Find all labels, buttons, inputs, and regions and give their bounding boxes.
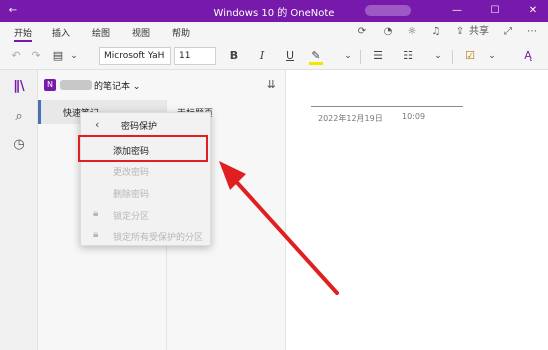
- sort-icon[interactable]: ⇊: [267, 78, 276, 91]
- notebook-selector[interactable]: N 的笔记本 ⌄ ⇊: [38, 76, 286, 94]
- chevron-down-icon[interactable]: ⌄: [66, 48, 82, 64]
- tab-home[interactable]: 开始: [14, 26, 33, 42]
- ribbon: ↶ ↷ ▤ ⌄ Microsoft YaH 11 B I U ✎ ⌄ ☰ ☷ ⌄…: [0, 42, 548, 70]
- title-bar: ← Windows 10 的 OneNote — ☐ ✕: [0, 0, 548, 22]
- sync-icon[interactable]: ⟳: [354, 24, 370, 40]
- lock-icon: 🔒︎: [93, 208, 99, 219]
- underline-button[interactable]: U: [282, 48, 298, 64]
- notebooks-icon[interactable]: ∥\: [0, 76, 38, 98]
- lock-icon: 🔒︎: [93, 229, 99, 240]
- bell-icon[interactable]: ♫: [428, 24, 444, 40]
- undo-icon[interactable]: ↶: [8, 48, 24, 64]
- list-options-chevron-icon[interactable]: ⌄: [430, 48, 446, 64]
- notifications-icon[interactable]: ◔: [380, 24, 396, 40]
- notebook-owner-blurred: [60, 80, 92, 90]
- notebook-name: 的笔记本 ⌄: [94, 82, 141, 92]
- change-password-item[interactable]: 更改密码: [81, 161, 212, 181]
- italic-button[interactable]: I: [254, 48, 270, 64]
- notebook-icon: N: [44, 79, 56, 91]
- tab-view[interactable]: 视图: [132, 26, 150, 39]
- page-time: 10:09: [402, 112, 426, 121]
- tag-options-chevron-icon[interactable]: ⌄: [484, 48, 500, 64]
- chevron-left-icon[interactable]: ‹: [95, 118, 99, 131]
- ribbon-divider-2: [452, 50, 453, 64]
- page-content[interactable]: 2022年12月19日 10:09: [287, 70, 548, 350]
- menu-header: ‹ 密码保护: [81, 117, 212, 135]
- highlight-color-swatch: [309, 62, 323, 65]
- clipboard-icon[interactable]: ▤: [50, 48, 66, 64]
- tab-draw[interactable]: 绘图: [92, 26, 110, 39]
- annotation-highlight-box: [78, 135, 208, 162]
- menu-item-label: 删除密码: [113, 190, 150, 200]
- font-name-input[interactable]: Microsoft YaH: [99, 47, 171, 65]
- tag-icon[interactable]: ☑: [462, 48, 478, 64]
- left-rail: ∥\ ⌕ ◷: [0, 70, 38, 350]
- ribbon-divider: [360, 50, 361, 64]
- password-protection-menu: ‹ 密码保护 添加密码 更改密码 删除密码 🔒︎ 锁定分区 🔒︎ 锁定所有受保护…: [80, 112, 211, 246]
- more-icon[interactable]: ⋯: [524, 24, 540, 40]
- expand-icon[interactable]: ⤢: [500, 24, 516, 40]
- menu-item-label: 锁定分区: [113, 212, 150, 222]
- share-icon[interactable]: ⇪: [452, 24, 468, 40]
- share-label[interactable]: 共享: [468, 24, 490, 40]
- font-size-input[interactable]: 11: [174, 47, 216, 65]
- lock-section-item[interactable]: 🔒︎ 锁定分区: [81, 205, 212, 225]
- more-formatting-chevron-icon[interactable]: ⌄: [340, 48, 356, 64]
- menu-item-label: 更改密码: [113, 168, 150, 178]
- page-date: 2022年12月19日: [318, 114, 383, 123]
- bold-button[interactable]: B: [226, 48, 242, 64]
- tab-help[interactable]: 帮助: [172, 26, 190, 39]
- search-icon[interactable]: ⌕: [0, 106, 38, 128]
- close-button[interactable]: ✕: [520, 0, 546, 22]
- menu-title: 密码保护: [121, 122, 158, 132]
- lightbulb-icon[interactable]: ☼: [404, 24, 420, 40]
- tab-insert[interactable]: 插入: [52, 26, 70, 39]
- minimize-button[interactable]: —: [444, 0, 470, 22]
- recent-clock-icon[interactable]: ◷: [0, 134, 38, 156]
- account-name-blurred: [365, 5, 411, 16]
- lock-all-sections-item[interactable]: 🔒︎ 锁定所有受保护的分区: [81, 226, 212, 246]
- numbering-icon[interactable]: ☷: [400, 48, 416, 64]
- redo-icon[interactable]: ↷: [28, 48, 44, 64]
- menu-bar: 开始 插入 绘图 视图 帮助 ⟳ ◔ ☼ ♫ ⇪ 共享 ⤢ ⋯: [0, 22, 548, 42]
- maximize-button[interactable]: ☐: [482, 0, 508, 22]
- bullets-icon[interactable]: ☰: [370, 48, 386, 64]
- menu-item-label: 锁定所有受保护的分区: [113, 233, 204, 243]
- spelling-icon[interactable]: Ą: [520, 48, 536, 64]
- page-title-underline: [311, 106, 463, 107]
- remove-password-item[interactable]: 删除密码: [81, 183, 212, 203]
